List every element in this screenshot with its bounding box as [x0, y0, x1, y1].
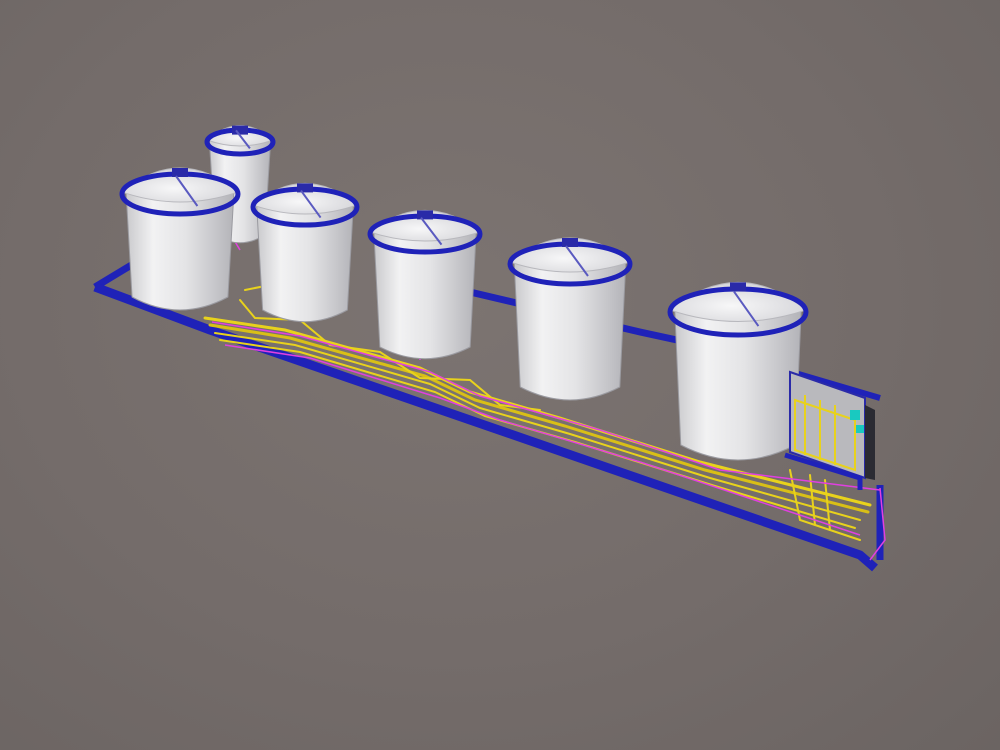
tank-4: [367, 209, 483, 360]
tank-2: [119, 167, 241, 311]
tank-6: [667, 282, 809, 461]
tank-3: [250, 182, 360, 323]
tank-farm-scene: [93, 125, 886, 572]
tank-5: [507, 237, 633, 401]
3d-model-viewport: [0, 0, 1000, 750]
